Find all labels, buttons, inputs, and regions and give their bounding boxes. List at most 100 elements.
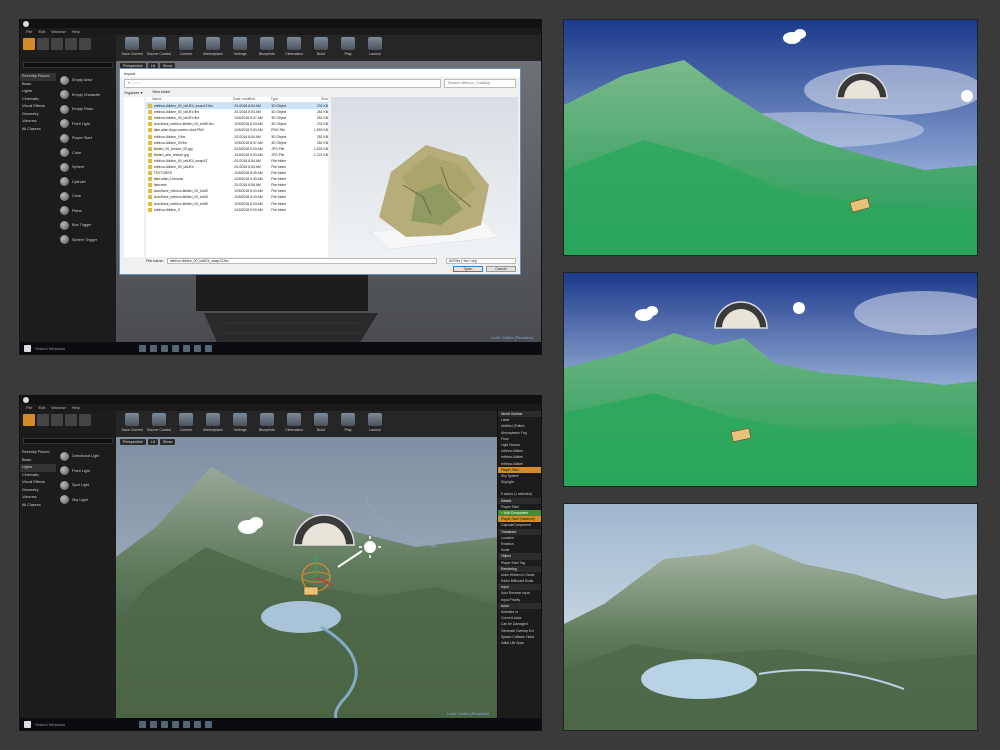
menu-file[interactable]: File (26, 29, 32, 34)
blueprints-button[interactable]: Blueprints (255, 413, 279, 432)
landscape-mode-icon[interactable] (51, 38, 63, 50)
category-volumes[interactable]: Volumes (20, 118, 56, 126)
explorer-icon[interactable] (161, 344, 168, 352)
category-geometry[interactable]: Geometry (20, 111, 56, 119)
column-date[interactable]: Date modified (233, 97, 271, 102)
category-basic[interactable]: Basic (20, 457, 56, 465)
content-button[interactable]: Content (174, 413, 198, 432)
settings-button[interactable]: Settings (228, 413, 252, 432)
menu-file[interactable]: File (26, 405, 32, 410)
list-item[interactable]: Player Start (57, 131, 116, 146)
taskbar-search[interactable]: Search Windows (35, 346, 135, 351)
windows-start-icon[interactable] (24, 344, 31, 352)
organize-button[interactable]: Organize ▾ (124, 90, 142, 97)
file-type-select[interactable]: All Files (*.fbx;*.obj) (446, 258, 516, 264)
menu-edit[interactable]: Edit (38, 405, 45, 410)
task-view-icon[interactable] (139, 344, 146, 352)
source-control-button[interactable]: Source Control (147, 37, 171, 56)
table-row[interactable]: mthhoo-lkilden_0 1/18/2018 9:00 AM File fo… (146, 207, 328, 213)
store-icon[interactable] (172, 720, 179, 728)
list-item[interactable]: Sphere (57, 160, 116, 175)
list-item[interactable]: Empty Pawn (57, 102, 116, 117)
play-button[interactable]: Play (336, 413, 360, 432)
windows-start-icon[interactable] (24, 720, 31, 728)
cinematics-button[interactable]: Cinematics (282, 37, 306, 56)
blueprints-button[interactable]: Blueprints (255, 37, 279, 56)
category-visual-effects[interactable]: Visual Effects (20, 103, 56, 111)
list-item[interactable]: Empty Actor (57, 73, 116, 88)
place-mode-icon[interactable] (23, 38, 35, 50)
foliage-mode-icon[interactable] (65, 38, 77, 50)
category-cinematic[interactable]: Cinematic (20, 472, 56, 480)
menu-window[interactable]: Window (51, 29, 65, 34)
play-button[interactable]: Play (336, 37, 360, 56)
navigation-pane[interactable] (124, 97, 144, 257)
build-button[interactable]: Build (309, 413, 333, 432)
cinematics-button[interactable]: Cinematics (282, 413, 306, 432)
list-item[interactable]: Plane (57, 204, 116, 219)
taskbar-search[interactable]: Search Windows (35, 722, 135, 727)
launch-button[interactable]: Launch (363, 37, 387, 56)
marketplace-button[interactable]: Marketplace (201, 413, 225, 432)
list-item[interactable]: Box Trigger (57, 218, 116, 233)
column-type[interactable]: Type (271, 97, 307, 102)
menu-help[interactable]: Help (72, 405, 80, 410)
list-item[interactable]: Directional Light (57, 449, 116, 464)
category-lights[interactable]: Lights (20, 88, 56, 96)
path-input[interactable]: « ... › ... (124, 79, 441, 88)
paint-mode-icon[interactable] (37, 38, 49, 50)
paint-mode-icon[interactable] (37, 414, 49, 426)
task-view-icon[interactable] (139, 720, 146, 728)
category-cinematic[interactable]: Cinematic (20, 96, 56, 104)
category-all-classes[interactable]: All Classes (20, 126, 56, 134)
source-control-button[interactable]: Source Control (147, 413, 171, 432)
landscape-mode-icon[interactable] (51, 414, 63, 426)
classes-search-input[interactable] (23, 438, 113, 444)
details-row[interactable]: Initial Life Span (498, 640, 541, 646)
new-folder-button[interactable]: New folder (152, 90, 170, 97)
list-item[interactable]: Sphere Trigger (57, 233, 116, 248)
menu-edit[interactable]: Edit (38, 29, 45, 34)
tab-lit[interactable]: Lit (147, 439, 158, 445)
save-current-button[interactable]: Save Current (120, 413, 144, 432)
unreal-taskbar-icon[interactable] (205, 720, 212, 728)
geometry-mode-icon[interactable] (79, 414, 91, 426)
category-volumes[interactable]: Volumes (20, 494, 56, 502)
tab-perspective[interactable]: Perspective (120, 439, 146, 445)
list-item[interactable]: Cylinder (57, 175, 116, 190)
list-item[interactable]: Sky Light (57, 493, 116, 508)
category-recently-placed[interactable]: Recently Placed (20, 449, 56, 457)
list-item[interactable]: Point Light (57, 464, 116, 479)
dialog-search-input[interactable]: Search Mthhoo_CudlApp (444, 79, 516, 88)
store-icon[interactable] (172, 344, 179, 352)
open-button[interactable]: Open (453, 266, 483, 272)
category-geometry[interactable]: Geometry (20, 487, 56, 495)
menu-window[interactable]: Window (51, 405, 65, 410)
category-lights[interactable]: Lights (20, 464, 56, 472)
unreal-taskbar-icon[interactable] (205, 344, 212, 352)
category-visual-effects[interactable]: Visual Effects (20, 479, 56, 487)
foliage-mode-icon[interactable] (65, 414, 77, 426)
column-size[interactable]: Size (306, 97, 328, 102)
list-item[interactable]: Cube (57, 146, 116, 161)
place-mode-icon[interactable] (23, 414, 35, 426)
edge-icon[interactable] (150, 344, 157, 352)
list-item[interactable]: Cone (57, 189, 116, 204)
cancel-button[interactable]: Cancel (486, 266, 516, 272)
category-all-classes[interactable]: All Classes (20, 502, 56, 510)
list-item[interactable]: Point Light (57, 117, 116, 132)
menu-help[interactable]: Help (72, 29, 80, 34)
list-item[interactable]: Empty Character (57, 88, 116, 103)
settings-button[interactable]: Settings (228, 37, 252, 56)
category-basic[interactable]: Basic (20, 81, 56, 89)
column-name[interactable]: Name (152, 97, 233, 102)
viewport-bottom[interactable]: Perspective Lit Show Level: Untitled (Pe… (116, 437, 499, 720)
explorer-icon[interactable] (161, 720, 168, 728)
list-item[interactable]: Spot Light (57, 478, 116, 493)
mail-icon[interactable] (183, 720, 190, 728)
category-recently-placed[interactable]: Recently Placed (20, 73, 56, 81)
file-name-input[interactable]: mthhoo-lkilden_00_txtUE4_swap1Z.fbx (166, 258, 437, 264)
classes-search-input[interactable] (23, 62, 113, 68)
save-current-button[interactable]: Save Current (120, 37, 144, 56)
photoshop-icon[interactable] (194, 720, 201, 728)
